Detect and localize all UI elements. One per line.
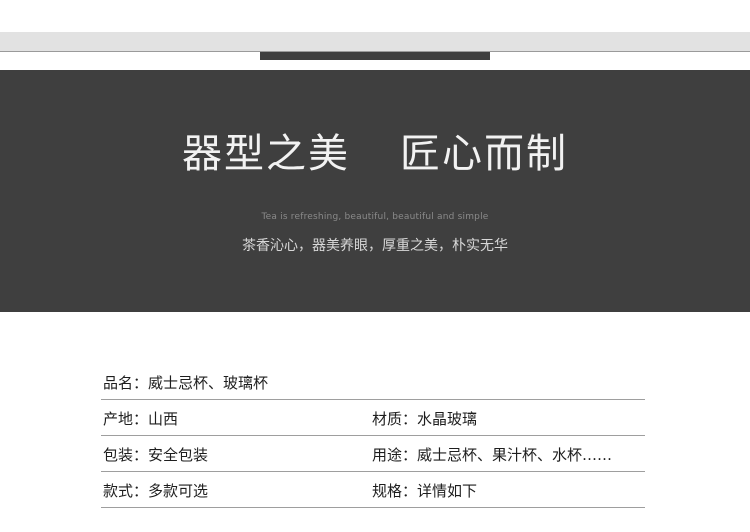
banner-subtitle-cn: 茶香沁心，器美养眼，厚重之美，朴实无华 (242, 238, 508, 254)
spec-row-style-size: 款式：多款可选 规格：详情如下 (101, 472, 645, 508)
hero-banner (0, 70, 750, 312)
banner-title: 器型之美 匠心而制 (0, 128, 750, 180)
spec-row-name: 品名：威士忌杯、玻璃杯 (101, 364, 645, 400)
spec-product-name: 品名：威士忌杯、玻璃杯 (103, 374, 269, 392)
banner-subtitle-en: Tea is refreshing, beautiful, beautiful … (261, 212, 489, 222)
top-tab-marker (260, 52, 490, 60)
spec-origin: 产地：山西 (103, 410, 179, 428)
spec-size: 规格：详情如下 (372, 482, 478, 500)
spec-style: 款式：多款可选 (103, 482, 209, 500)
spec-material: 材质：水晶玻璃 (372, 410, 478, 428)
spec-row-origin-material: 产地：山西 材质：水晶玻璃 (101, 400, 645, 436)
spec-usage: 用途：威士忌杯、果汁杯、水杯…… (372, 446, 613, 464)
banner-title-left: 器型之美 (182, 131, 350, 177)
product-spec-table: 品名：威士忌杯、玻璃杯 产地：山西 材质：水晶玻璃 包装：安全包装 用途：威士忌… (101, 364, 645, 508)
spec-row-packaging-usage: 包装：安全包装 用途：威士忌杯、果汁杯、水杯…… (101, 436, 645, 472)
banner-title-right: 匠心而制 (400, 131, 568, 177)
spec-packaging: 包装：安全包装 (103, 446, 209, 464)
top-divider-band (0, 32, 750, 52)
